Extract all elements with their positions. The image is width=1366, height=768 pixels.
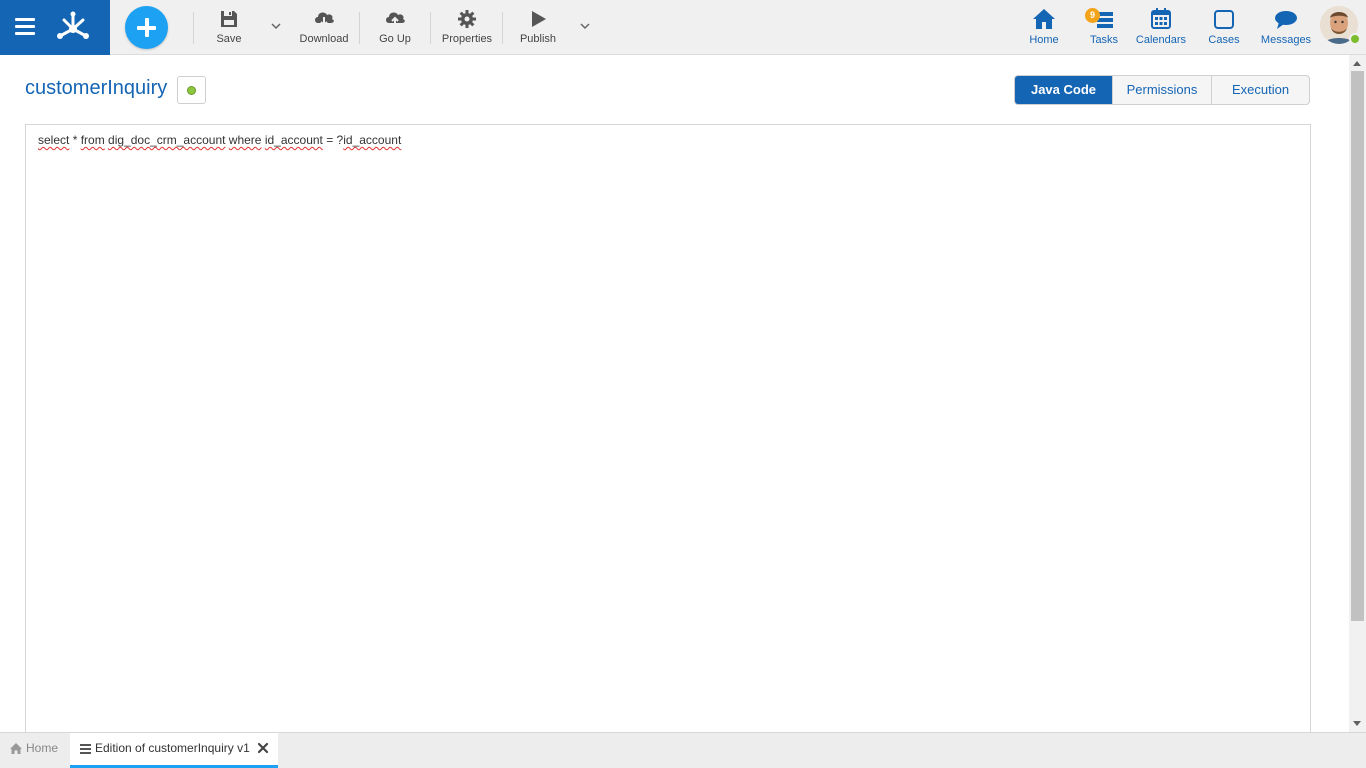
add-button[interactable] xyxy=(125,6,168,49)
home-label: Home xyxy=(1029,34,1059,46)
cases-label: Cases xyxy=(1208,34,1240,46)
tasks-count-badge: 9 xyxy=(1085,8,1100,23)
download-button[interactable]: Download xyxy=(298,8,350,48)
scrollbar-thumb[interactable] xyxy=(1351,71,1364,621)
publish-button[interactable]: Publish xyxy=(518,8,558,48)
calendar-icon xyxy=(1151,8,1171,29)
home-icon xyxy=(1033,9,1055,29)
tab-execution[interactable]: Execution xyxy=(1211,76,1309,104)
cases-icon xyxy=(1214,10,1234,29)
online-status-dot xyxy=(1349,33,1361,45)
download-label: Download xyxy=(299,33,349,45)
save-icon xyxy=(221,11,237,27)
bottom-tab-edition-label: Edition of customerInquiry v1 xyxy=(95,741,250,755)
nav-home[interactable]: Home xyxy=(1024,6,1064,50)
cloud-download-icon xyxy=(315,12,334,27)
tab-java-code[interactable]: Java Code xyxy=(1015,76,1112,104)
toolbar-separator xyxy=(359,12,360,44)
view-tabs: Java Code Permissions Execution xyxy=(1014,75,1310,105)
code-token: from xyxy=(80,133,105,147)
toolbar-separator xyxy=(502,12,503,44)
toolbar-separator xyxy=(193,12,194,44)
properties-button[interactable]: Properties xyxy=(440,8,494,48)
toolbar-separator xyxy=(430,12,431,44)
code-token: * xyxy=(69,133,81,147)
scroll-down-arrow-icon[interactable] xyxy=(1353,721,1361,726)
calendars-label: Calendars xyxy=(1135,34,1187,46)
scroll-up-arrow-icon[interactable] xyxy=(1353,61,1361,66)
code-token: where xyxy=(228,133,262,147)
bottom-tab-home[interactable]: Home xyxy=(10,733,68,768)
menu-icon[interactable] xyxy=(15,18,35,36)
bottom-tab-strip: Home Edition of customerInquiry v1 xyxy=(0,732,1366,768)
messages-label: Messages xyxy=(1260,34,1312,46)
publish-dropdown-chevron-down-icon[interactable] xyxy=(579,20,591,32)
code-line[interactable]: select * from dig_doc_crm_account where … xyxy=(38,133,401,147)
properties-label: Properties xyxy=(441,33,493,45)
code-token: dig_doc_crm_account xyxy=(108,133,226,147)
save-label: Save xyxy=(216,33,242,45)
code-token: select xyxy=(38,133,70,147)
nav-messages[interactable]: Messages xyxy=(1259,6,1313,50)
list-icon xyxy=(80,744,91,754)
page-title: customerInquiry xyxy=(25,77,168,99)
code-token: = ? xyxy=(322,133,344,147)
cloud-upload-icon xyxy=(386,12,405,27)
save-dropdown-chevron-down-icon[interactable] xyxy=(270,20,282,32)
publish-label: Publish xyxy=(519,33,557,45)
go-up-button[interactable]: Go Up xyxy=(376,8,414,48)
play-icon xyxy=(532,11,546,27)
home-icon xyxy=(10,743,22,754)
save-button[interactable]: Save xyxy=(210,8,248,48)
nav-cases[interactable]: Cases xyxy=(1204,6,1244,50)
logo-icon[interactable] xyxy=(54,8,92,46)
top-bar: Save Download Go Up Properties Publish H… xyxy=(0,0,1366,55)
nav-calendars[interactable]: Calendars xyxy=(1134,6,1188,50)
close-tab-icon[interactable] xyxy=(257,742,269,754)
gear-icon xyxy=(458,10,476,28)
bottom-tab-home-label: Home xyxy=(26,741,59,755)
code-token: id_account xyxy=(343,133,402,147)
status-indicator-button[interactable] xyxy=(177,76,206,104)
go-up-label: Go Up xyxy=(379,33,411,45)
code-token: id_account xyxy=(264,133,323,147)
tab-permissions[interactable]: Permissions xyxy=(1112,76,1211,104)
vertical-scrollbar[interactable] xyxy=(1349,55,1366,732)
status-dot xyxy=(187,86,196,95)
bottom-tab-edition[interactable]: Edition of customerInquiry v1 xyxy=(70,733,278,768)
code-editor[interactable]: select * from dig_doc_crm_account where … xyxy=(25,124,1311,744)
chat-bubble-icon xyxy=(1275,11,1297,29)
tasks-label: Tasks xyxy=(1089,34,1119,46)
brand-area xyxy=(0,0,110,55)
